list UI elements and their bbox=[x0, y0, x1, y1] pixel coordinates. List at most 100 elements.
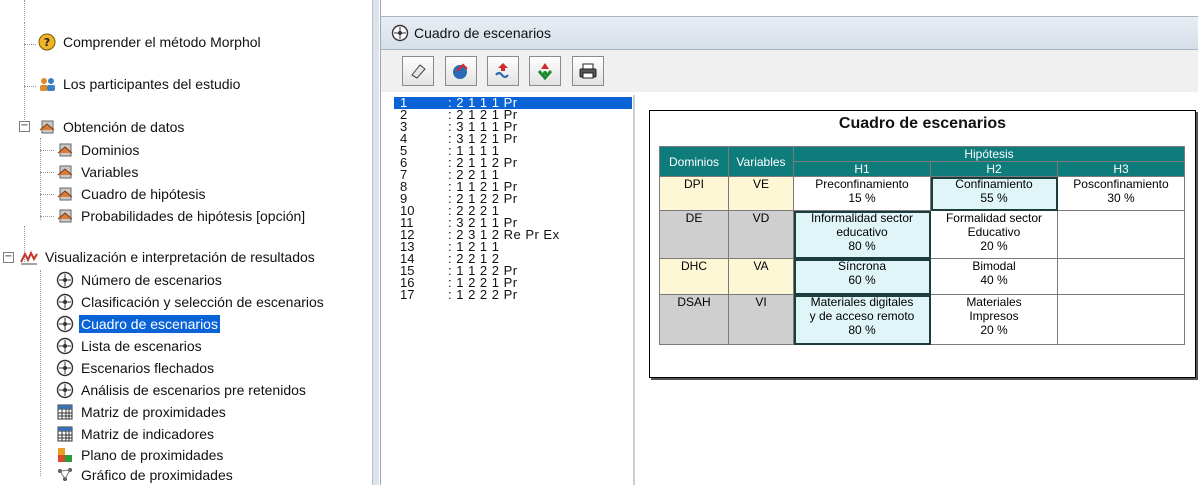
eraser-button[interactable] bbox=[402, 56, 434, 86]
tree-item-label: Matriz de indicadores bbox=[81, 426, 215, 442]
scenario-icon bbox=[56, 359, 74, 377]
scenario-list[interactable]: 1: 2 1 1 1 Pr 2: 2 1 2 1 Pr 3: 3 1 1 1 P… bbox=[394, 95, 632, 485]
plane-icon bbox=[56, 446, 74, 464]
variable-cell: VE bbox=[728, 176, 794, 211]
tree-item-dominios[interactable]: Dominios bbox=[56, 139, 141, 161]
tree-item-label: Cuadro de escenarios bbox=[79, 315, 220, 333]
tree-item-label: Escenarios flechados bbox=[81, 360, 215, 376]
print-button[interactable] bbox=[572, 56, 604, 86]
hypothesis-cell-selected: Informalidad sector educativo 80 % bbox=[793, 210, 931, 259]
tree-item-grafico-proximidades[interactable]: Gráfico de proximidades bbox=[56, 464, 235, 486]
domain-cell: DSAH bbox=[659, 294, 729, 345]
tree-item-label: Plano de proximidades bbox=[81, 447, 224, 463]
hypothesis-cell: Preconfinamiento 15 % bbox=[793, 176, 931, 211]
tree-item-participantes[interactable]: Los participantes del estudio bbox=[38, 73, 242, 95]
scenario-icon bbox=[56, 293, 74, 311]
tree-item-matriz-proximidades[interactable]: Matriz de proximidades bbox=[56, 401, 228, 423]
tree-item-label: Probabilidades de hipótesis [opción] bbox=[81, 208, 306, 224]
list-item[interactable]: 17: 1 2 2 2 Pr bbox=[394, 288, 632, 301]
chart-icon bbox=[20, 248, 38, 266]
tree-item-cuadro-escenarios[interactable]: Cuadro de escenarios bbox=[56, 313, 220, 335]
tree-item-cuadro-hipotesis[interactable]: Cuadro de hipótesis bbox=[56, 183, 208, 205]
tree-item-numero-escenarios[interactable]: Número de escenarios bbox=[56, 269, 224, 291]
hypothesis-cell: Materiales Impresos 20 % bbox=[930, 294, 1058, 345]
tree-item-analisis-pre-retenidos[interactable]: Análisis de escenarios pre retenidos bbox=[56, 379, 308, 401]
data-icon bbox=[56, 163, 74, 181]
print-icon bbox=[579, 63, 597, 79]
hypothesis-cell-empty bbox=[1057, 258, 1185, 295]
tree-item-label: Clasificación y selección de escenarios bbox=[81, 294, 324, 310]
hypothesis-cell: Posconfinamiento 30 % bbox=[1057, 176, 1185, 211]
export-button[interactable] bbox=[445, 56, 477, 86]
export-icon bbox=[453, 63, 468, 79]
tree-item-plano-proximidades[interactable]: Plano de proximidades bbox=[56, 444, 225, 466]
data-icon bbox=[56, 207, 74, 225]
toolbar bbox=[381, 50, 1198, 92]
hypothesis-cell-selected: Confinamiento 55 % bbox=[930, 176, 1058, 211]
collapse-icon[interactable]: − bbox=[19, 121, 30, 132]
list-item[interactable]: 6: 2 1 1 2 Pr bbox=[394, 156, 632, 169]
panel-titlebar: Cuadro de escenarios bbox=[381, 16, 1198, 50]
tree-item-obtencion-datos[interactable]: Obtención de datos bbox=[38, 116, 186, 138]
variable-cell: VD bbox=[728, 210, 794, 259]
import-button[interactable] bbox=[487, 56, 519, 86]
tree-item-label: Cuadro de hipótesis bbox=[81, 186, 206, 202]
tree-item-label: Gráfico de proximidades bbox=[81, 467, 233, 483]
scenario-table: Dominios Variables Hipótesis H1 H2 H3 DP… bbox=[659, 146, 1185, 345]
matrix-icon bbox=[56, 403, 74, 421]
tree-item-variables[interactable]: Variables bbox=[56, 161, 140, 183]
hypothesis-cell-selected: Materiales digitales y de acceso remoto 80… bbox=[793, 294, 931, 345]
header-dominios: Dominios bbox=[659, 146, 729, 177]
hypothesis-cell: Formalidad sector Educativo 20 % bbox=[930, 210, 1058, 259]
list-item[interactable]: 13: 1 2 1 1 bbox=[394, 240, 632, 253]
scenario-icon bbox=[56, 315, 74, 333]
collapse-icon[interactable]: − bbox=[3, 252, 14, 263]
recycle-button[interactable] bbox=[529, 56, 561, 86]
variable-cell: VI bbox=[728, 294, 794, 345]
list-splitter[interactable] bbox=[633, 95, 635, 485]
header-h1: H1 bbox=[793, 161, 931, 177]
tree-item-label: Matriz de proximidades bbox=[81, 404, 226, 420]
eraser-icon bbox=[411, 64, 426, 79]
recycle-icon bbox=[537, 63, 553, 81]
list-item[interactable]: 12: 2 3 1 2 Re Pr Ex bbox=[394, 228, 632, 241]
tree-item-escenarios-flechados[interactable]: Escenarios flechados bbox=[56, 357, 216, 379]
tree-item-label: Lista de escenarios bbox=[81, 338, 202, 354]
scenario-icon bbox=[56, 381, 74, 399]
data-icon bbox=[56, 141, 74, 159]
tree-item-visualizacion[interactable]: Visualización e interpretación de result… bbox=[20, 246, 317, 268]
hypothesis-cell-selected: Síncrona 60 % bbox=[793, 258, 931, 295]
tree-item-label: Obtención de datos bbox=[63, 119, 185, 135]
header-hipotesis: Hipótesis bbox=[793, 146, 1185, 162]
tree-item-label: Visualización e interpretación de result… bbox=[45, 249, 315, 265]
data-icon bbox=[56, 185, 74, 203]
content-panel: Cuadro de escenarios 1: 2 1 1 1 Pr 2: 2 … bbox=[380, 0, 1198, 485]
graph-icon bbox=[56, 466, 74, 484]
tree-item-matriz-indicadores[interactable]: Matriz de indicadores bbox=[56, 423, 216, 445]
list-item[interactable]: 9: 2 1 2 2 Pr bbox=[394, 192, 632, 205]
tree-item-comprender-metodo[interactable]: ? Comprender el método Morphol bbox=[38, 31, 263, 53]
tree-item-label: Dominios bbox=[81, 142, 140, 158]
hypothesis-cell-empty bbox=[1057, 210, 1185, 259]
tree-item-label: Los participantes del estudio bbox=[63, 76, 241, 92]
tree-item-probabilidades[interactable]: Probabilidades de hipótesis [opción] bbox=[56, 205, 307, 227]
data-icon bbox=[38, 118, 56, 136]
header-h3: H3 bbox=[1057, 161, 1185, 177]
tree-item-clasificacion[interactable]: Clasificación y selección de escenarios bbox=[56, 291, 326, 313]
matrix-icon bbox=[56, 425, 74, 443]
help-icon: ? bbox=[38, 33, 56, 51]
variable-cell: VA bbox=[728, 258, 794, 295]
import-icon bbox=[495, 63, 509, 79]
scenario-icon bbox=[56, 271, 74, 289]
splitter[interactable] bbox=[372, 0, 379, 485]
domain-cell: DPI bbox=[659, 176, 729, 211]
header-h2: H2 bbox=[930, 161, 1058, 177]
panel-title: Cuadro de escenarios bbox=[414, 25, 551, 41]
scenario-icon bbox=[56, 337, 74, 355]
domain-cell: DE bbox=[659, 210, 729, 259]
tree-item-lista-escenarios[interactable]: Lista de escenarios bbox=[56, 335, 204, 357]
domain-cell: DHC bbox=[659, 258, 729, 295]
scenario-icon bbox=[391, 24, 409, 42]
list-item[interactable]: 4: 3 1 2 1 Pr bbox=[394, 132, 632, 145]
tree-item-label: Número de escenarios bbox=[81, 272, 222, 288]
